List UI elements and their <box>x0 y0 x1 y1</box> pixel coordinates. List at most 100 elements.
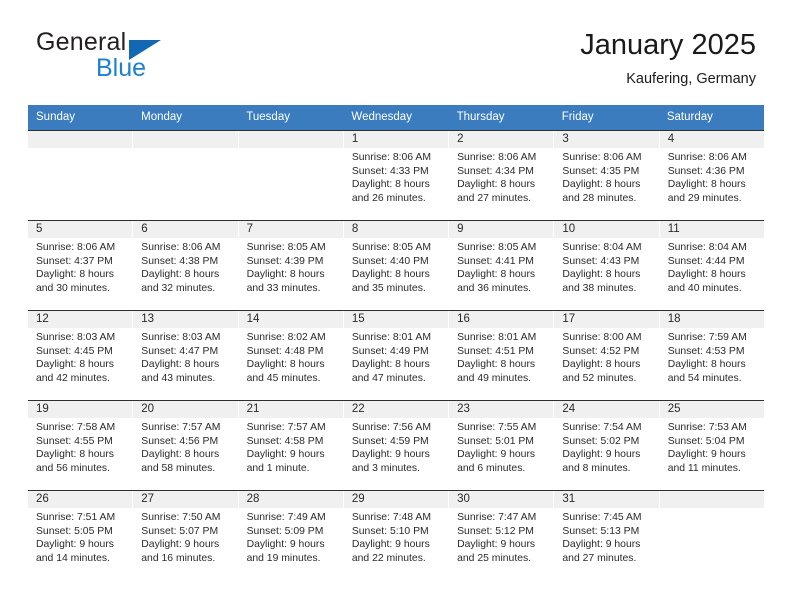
day-cell-15[interactable]: 15 Sunrise: 8:01 AM Sunset: 4:49 PM Dayligh… <box>343 311 450 400</box>
calendar-week-row: 1 Sunrise: 8:06 AM Sunset: 4:33 PM Daylight… <box>28 130 764 220</box>
day-details: Sunrise: 7:54 AM Sunset: 5:02 PM Daylight:… <box>554 418 658 475</box>
day-detail-line: Sunrise: 7:48 AM <box>351 512 431 523</box>
day-detail-line: and 29 minutes. <box>667 192 742 204</box>
day-details: Sunrise: 8:00 AM Sunset: 4:52 PM Daylight:… <box>554 328 658 385</box>
day-number: 5 <box>28 221 133 238</box>
day-number: 12 <box>28 311 133 328</box>
day-detail-line: Sunrise: 7:57 AM <box>141 422 221 433</box>
day-number: 11 <box>659 221 764 238</box>
day-cell-25[interactable]: 25 Sunrise: 7:53 AM Sunset: 5:04 PM Dayligh… <box>659 401 764 490</box>
day-number: 15 <box>343 311 449 328</box>
day-cell-6[interactable]: 6 Sunrise: 8:06 AM Sunset: 4:38 PM Daylight… <box>133 221 239 310</box>
day-cell-24[interactable]: 24 Sunrise: 7:54 AM Sunset: 5:02 PM Dayligh… <box>554 401 660 490</box>
day-detail-line: Sunset: 4:52 PM <box>562 345 640 357</box>
day-detail-line: Sunset: 4:38 PM <box>141 255 219 267</box>
day-detail-line: and 35 minutes. <box>351 282 426 294</box>
day-detail-line: and 25 minutes. <box>457 552 532 564</box>
day-detail-line: Sunset: 4:44 PM <box>667 255 745 267</box>
day-details: Sunrise: 8:06 AM Sunset: 4:33 PM Daylight:… <box>344 148 448 205</box>
day-detail-line: Daylight: 8 hours <box>457 179 536 191</box>
page-header: General Blue January 2025 Kaufering, Ger… <box>36 28 756 98</box>
day-details: Sunrise: 8:06 AM Sunset: 4:35 PM Daylight:… <box>554 148 658 205</box>
day-detail-line: Daylight: 9 hours <box>246 539 325 551</box>
day-detail-line: Sunset: 5:07 PM <box>141 525 219 537</box>
day-number: 14 <box>238 311 343 328</box>
day-detail-line: Daylight: 9 hours <box>562 449 641 461</box>
day-detail-line: Daylight: 8 hours <box>351 359 430 371</box>
weekday-header-monday: Monday <box>141 111 183 123</box>
day-details: Sunrise: 8:06 AM Sunset: 4:36 PM Daylight:… <box>660 148 764 205</box>
day-detail-line: Sunset: 4:56 PM <box>141 435 219 447</box>
day-cell-4[interactable]: 4 Sunrise: 8:06 AM Sunset: 4:36 PM Daylight… <box>659 131 764 220</box>
day-detail-line: and 36 minutes. <box>457 282 532 294</box>
day-details: Sunrise: 8:02 AM Sunset: 4:48 PM Daylight:… <box>239 328 343 385</box>
day-detail-line: Sunrise: 8:01 AM <box>351 332 431 343</box>
day-number: 17 <box>554 311 659 328</box>
day-detail-line: and 3 minutes. <box>351 462 421 474</box>
day-detail-line: and 40 minutes. <box>667 282 742 294</box>
day-number: 24 <box>554 401 659 418</box>
day-detail-line: Sunset: 5:13 PM <box>562 525 640 537</box>
day-detail-line: Sunrise: 7:55 AM <box>457 422 537 433</box>
day-cell-11[interactable]: 11 Sunrise: 8:04 AM Sunset: 4:44 PM Dayligh… <box>659 221 764 310</box>
day-cell-22[interactable]: 22 Sunrise: 7:56 AM Sunset: 4:59 PM Dayligh… <box>343 401 450 490</box>
weekday-header-tuesday: Tuesday <box>246 111 290 123</box>
day-cell-28[interactable]: 28 Sunrise: 7:49 AM Sunset: 5:09 PM Dayligh… <box>238 491 344 580</box>
day-cell-23[interactable]: 23 Sunrise: 7:55 AM Sunset: 5:01 PM Dayligh… <box>449 401 555 490</box>
day-cell-26[interactable]: 26 Sunrise: 7:51 AM Sunset: 5:05 PM Dayligh… <box>28 491 134 580</box>
day-cell-21[interactable]: 21 Sunrise: 7:57 AM Sunset: 4:58 PM Dayligh… <box>238 401 344 490</box>
day-detail-line: and 43 minutes. <box>141 372 216 384</box>
day-cell-8[interactable]: 8 Sunrise: 8:05 AM Sunset: 4:40 PM Daylight… <box>343 221 450 310</box>
day-detail-line: Sunrise: 7:53 AM <box>667 422 747 433</box>
day-detail-line: Sunrise: 8:05 AM <box>457 242 537 253</box>
day-detail-line: Sunset: 5:09 PM <box>246 525 324 537</box>
day-cell-29[interactable]: 29 Sunrise: 7:48 AM Sunset: 5:10 PM Dayligh… <box>343 491 450 580</box>
day-cell-12[interactable]: 12 Sunrise: 8:03 AM Sunset: 4:45 PM Dayligh… <box>28 311 134 400</box>
day-cell-27[interactable]: 27 Sunrise: 7:50 AM Sunset: 5:07 PM Dayligh… <box>133 491 239 580</box>
day-detail-line: Daylight: 9 hours <box>667 449 746 461</box>
day-detail-line: Daylight: 9 hours <box>351 449 430 461</box>
day-detail-line: Sunset: 4:48 PM <box>246 345 324 357</box>
day-cell-31[interactable]: 31 Sunrise: 7:45 AM Sunset: 5:13 PM Dayligh… <box>554 491 660 580</box>
day-number <box>133 131 238 148</box>
day-cell-2[interactable]: 2 Sunrise: 8:06 AM Sunset: 4:34 PM Daylight… <box>449 131 555 220</box>
day-number: 4 <box>659 131 764 148</box>
day-cell-30[interactable]: 30 Sunrise: 7:47 AM Sunset: 5:12 PM Dayligh… <box>449 491 555 580</box>
day-detail-line: Sunrise: 8:06 AM <box>36 242 116 253</box>
day-cell-5[interactable]: 5 Sunrise: 8:06 AM Sunset: 4:37 PM Daylight… <box>28 221 134 310</box>
day-cell-13[interactable]: 13 Sunrise: 8:03 AM Sunset: 4:47 PM Dayligh… <box>133 311 239 400</box>
day-detail-line: and 54 minutes. <box>667 372 742 384</box>
day-cell-18[interactable]: 18 Sunrise: 7:59 AM Sunset: 4:53 PM Dayligh… <box>659 311 764 400</box>
day-cell-19[interactable]: 19 Sunrise: 7:58 AM Sunset: 4:55 PM Dayligh… <box>28 401 134 490</box>
day-detail-line: Sunset: 4:55 PM <box>36 435 113 447</box>
day-details: Sunrise: 7:50 AM Sunset: 5:07 PM Daylight:… <box>133 508 237 565</box>
general-blue-logo[interactable]: General Blue <box>36 28 266 84</box>
day-number: 19 <box>28 401 133 418</box>
day-cell-20[interactable]: 20 Sunrise: 7:57 AM Sunset: 4:56 PM Dayligh… <box>133 401 239 490</box>
day-cell-9[interactable]: 9 Sunrise: 8:05 AM Sunset: 4:41 PM Daylight… <box>449 221 555 310</box>
day-number <box>28 131 133 148</box>
day-details: Sunrise: 7:51 AM Sunset: 5:05 PM Daylight:… <box>28 508 132 565</box>
day-cell-3[interactable]: 3 Sunrise: 8:06 AM Sunset: 4:35 PM Daylight… <box>554 131 660 220</box>
day-detail-line: Daylight: 9 hours <box>562 539 641 551</box>
day-details: Sunrise: 7:53 AM Sunset: 5:04 PM Daylight:… <box>660 418 764 475</box>
day-detail-line: Sunset: 4:49 PM <box>351 345 429 357</box>
day-details: Sunrise: 7:58 AM Sunset: 4:55 PM Daylight:… <box>28 418 132 475</box>
day-detail-line: and 11 minutes. <box>667 462 741 474</box>
day-detail-line: and 16 minutes. <box>141 552 216 564</box>
day-cell-14[interactable]: 14 Sunrise: 8:02 AM Sunset: 4:48 PM Dayligh… <box>238 311 344 400</box>
day-detail-line: Sunrise: 7:50 AM <box>141 512 221 523</box>
day-number: 9 <box>449 221 554 238</box>
day-cell-17[interactable]: 17 Sunrise: 8:00 AM Sunset: 4:52 PM Dayligh… <box>554 311 660 400</box>
day-details: Sunrise: 8:05 AM Sunset: 4:40 PM Daylight:… <box>344 238 448 295</box>
day-detail-line: Sunrise: 8:06 AM <box>457 152 537 163</box>
day-detail-line: Sunrise: 8:00 AM <box>562 332 642 343</box>
day-cell-16[interactable]: 16 Sunrise: 8:01 AM Sunset: 4:51 PM Dayligh… <box>449 311 555 400</box>
day-cell-10[interactable]: 10 Sunrise: 8:04 AM Sunset: 4:43 PM Dayligh… <box>554 221 660 310</box>
day-cell-7[interactable]: 7 Sunrise: 8:05 AM Sunset: 4:39 PM Daylight… <box>238 221 344 310</box>
day-detail-line: Sunset: 5:02 PM <box>562 435 640 447</box>
calendar-grid: Sunday Monday Tuesday Wednesday Thursday Frid… <box>28 105 764 580</box>
day-cell-1[interactable]: 1 Sunrise: 8:06 AM Sunset: 4:33 PM Daylight… <box>343 131 450 220</box>
day-detail-line: Sunrise: 7:47 AM <box>457 512 537 523</box>
day-detail-line: Daylight: 8 hours <box>36 269 114 281</box>
